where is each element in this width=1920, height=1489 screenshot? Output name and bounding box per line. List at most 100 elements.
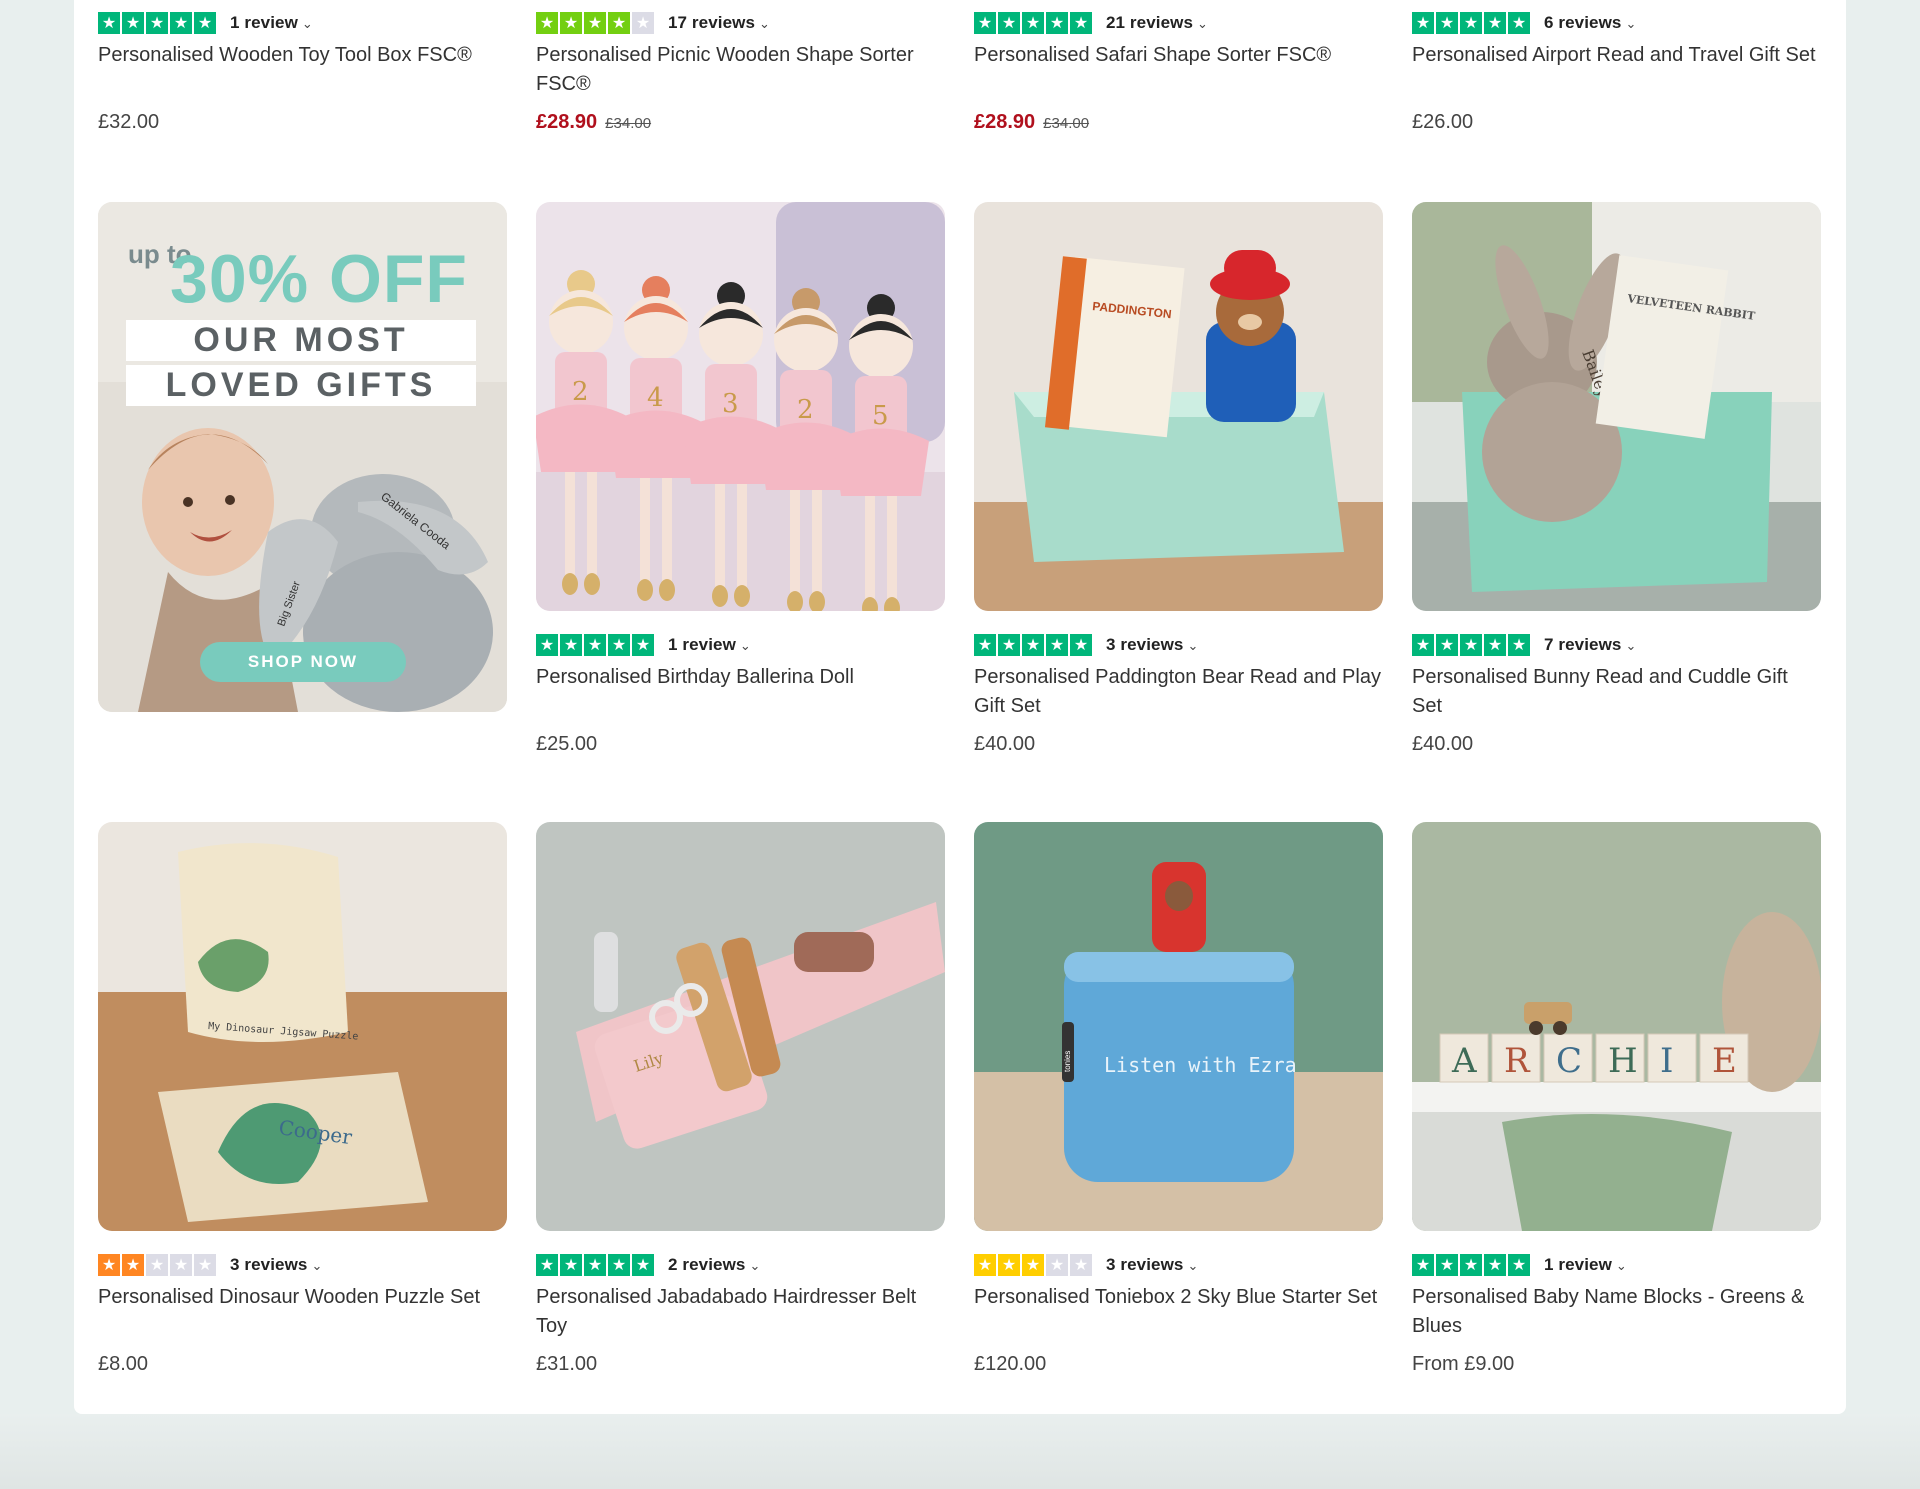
star-icon: ★	[1460, 12, 1482, 34]
bunny-photo: Bailey VELVETEEN RABBIT	[1412, 202, 1821, 611]
product-price: £40.00	[974, 733, 1036, 755]
toniebox-photo: tonies Listen with Ezra	[974, 822, 1383, 1231]
star-icon: ★	[1046, 634, 1068, 656]
rating[interactable]: ★ ★ ★ ★ ★ 3 reviews ⌄	[974, 1254, 1198, 1276]
product-name[interactable]: Personalised Paddington Bear Read and Pl…	[974, 663, 1383, 721]
reviews-link[interactable]: 7 reviews ⌄	[1544, 635, 1636, 655]
star-icon: ★	[170, 1254, 192, 1276]
star-icon: ★	[536, 634, 558, 656]
rating[interactable]: ★ ★ ★ ★ ★ 3 reviews ⌄	[98, 1254, 322, 1276]
doll-number: 4	[647, 383, 664, 413]
reviews-link[interactable]: 2 reviews ⌄	[668, 1255, 760, 1275]
star-icon: ★	[122, 1254, 144, 1276]
star-icon: ★	[1070, 634, 1092, 656]
product-name[interactable]: Personalised Dinosaur Wooden Puzzle Set	[98, 1283, 507, 1312]
star-icon: ★	[974, 1254, 996, 1276]
chevron-down-icon: ⌄	[311, 1259, 323, 1274]
rating[interactable]: ★ ★ ★ ★ ★ 1 review ⌄	[98, 12, 313, 34]
star-icon: ★	[1508, 1254, 1530, 1276]
product-image-toniebox[interactable]: tonies Listen with Ezra	[974, 822, 1383, 1231]
star-icon: ★	[1484, 12, 1506, 34]
block-letter: R	[1504, 1041, 1531, 1081]
chevron-down-icon: ⌄	[749, 1259, 761, 1274]
star-icon: ★	[1508, 634, 1530, 656]
product-image-dinosaur-puzzle[interactable]: My Dinosaur Jigsaw Puzzle Cooper	[98, 822, 507, 1231]
product-image-name-blocks[interactable]: ARCHIE	[1412, 822, 1821, 1231]
star-icon: ★	[560, 634, 582, 656]
product-name[interactable]: Personalised Wooden Toy Tool Box FSC®	[98, 41, 507, 70]
star-icon: ★	[1508, 12, 1530, 34]
reviews-link[interactable]: 3 reviews ⌄	[1106, 635, 1198, 655]
product-image-paddington[interactable]: PADDINGTON	[974, 202, 1383, 611]
reviews-link[interactable]: 17 reviews ⌄	[668, 13, 770, 33]
name-blocks-photo: ARCHIE	[1412, 822, 1821, 1231]
star-icon: ★	[974, 12, 996, 34]
block-letter: E	[1712, 1041, 1737, 1081]
doll-number: 2	[572, 377, 589, 407]
product-image-hairdresser-belt[interactable]: Lily	[536, 822, 945, 1231]
rating[interactable]: ★ ★ ★ ★ ★ 1 review ⌄	[1412, 1254, 1627, 1276]
star-icon: ★	[122, 12, 144, 34]
star-icon: ★	[1436, 1254, 1458, 1276]
product-price: £32.00	[98, 111, 160, 133]
product-price: £31.00	[536, 1353, 598, 1375]
rating[interactable]: ★ ★ ★ ★ ★ 7 reviews ⌄	[1412, 634, 1636, 656]
chevron-down-icon: ⌄	[1187, 1259, 1199, 1274]
product-image-ballerina[interactable]: 2 4 3 2 5	[536, 202, 945, 611]
star-icon: ★	[998, 634, 1020, 656]
star-icon: ★	[560, 1254, 582, 1276]
star-icon: ★	[974, 634, 996, 656]
rating[interactable]: ★ ★ ★ ★ ★ 2 reviews ⌄	[536, 1254, 760, 1276]
star-icon: ★	[1022, 12, 1044, 34]
product-image-bunny[interactable]: Bailey VELVETEEN RABBIT	[1412, 202, 1821, 611]
block-letter: C	[1556, 1041, 1582, 1081]
ballerina-photo: 2 4 3 2 5	[536, 202, 945, 611]
chevron-down-icon: ⌄	[1197, 17, 1209, 32]
star-icon: ★	[1484, 634, 1506, 656]
reviews-link[interactable]: 21 reviews ⌄	[1106, 13, 1208, 33]
rating[interactable]: ★ ★ ★ ★ ★ 17 reviews ⌄	[536, 12, 770, 34]
was-price: £34.00	[1043, 115, 1090, 132]
rating[interactable]: ★ ★ ★ ★ ★ 21 reviews ⌄	[974, 12, 1208, 34]
shop-now-button[interactable]: SHOP NOW	[200, 642, 406, 682]
star-icon: ★	[170, 12, 192, 34]
reviews-link[interactable]: 1 review ⌄	[230, 13, 313, 33]
reviews-link[interactable]: 6 reviews ⌄	[1544, 13, 1636, 33]
product-name[interactable]: Personalised Jabadabado Hairdresser Belt…	[536, 1283, 945, 1341]
product-name[interactable]: Personalised Toniebox 2 Sky Blue Starter…	[974, 1283, 1383, 1312]
star-icon: ★	[536, 1254, 558, 1276]
reviews-link[interactable]: 1 review ⌄	[1544, 1255, 1627, 1275]
reviews-link[interactable]: 3 reviews ⌄	[230, 1255, 322, 1275]
product-name[interactable]: Personalised Baby Name Blocks - Greens &…	[1412, 1283, 1821, 1341]
product-name[interactable]: Personalised Airport Read and Travel Gif…	[1412, 41, 1821, 70]
block-letter: H	[1608, 1041, 1638, 1081]
promo-line-1: OUR MOST	[126, 320, 476, 361]
star-icon: ★	[584, 12, 606, 34]
promo-banner[interactable]: Big Sister Gabriela Cooda up to 30% OFF …	[98, 202, 507, 712]
footer-strip	[0, 1414, 1920, 1489]
rating[interactable]: ★ ★ ★ ★ ★ 3 reviews ⌄	[974, 634, 1198, 656]
product-name[interactable]: Personalised Picnic Wooden Shape Sorter …	[536, 41, 945, 99]
reviews-link[interactable]: 3 reviews ⌄	[1106, 1255, 1198, 1275]
chevron-down-icon: ⌄	[1625, 17, 1637, 32]
product-price: £28.90 £34.00	[974, 111, 1089, 134]
reviews-link[interactable]: 1 review ⌄	[668, 635, 751, 655]
star-icon: ★	[1070, 12, 1092, 34]
was-price: £34.00	[605, 115, 652, 132]
rating[interactable]: ★ ★ ★ ★ ★ 6 reviews ⌄	[1412, 12, 1636, 34]
product-name[interactable]: Personalised Birthday Ballerina Doll	[536, 663, 945, 692]
promo-line-2: LOVED GIFTS	[126, 365, 476, 406]
block-letter: A	[1451, 1041, 1477, 1081]
chevron-down-icon: ⌄	[1625, 639, 1637, 654]
star-icon: ★	[536, 12, 558, 34]
star-icon: ★	[98, 12, 120, 34]
svg-text:Listen with Ezra: Listen with Ezra	[1104, 1053, 1297, 1077]
product-name[interactable]: Personalised Bunny Read and Cuddle Gift …	[1412, 663, 1821, 721]
svg-text:tonies: tonies	[1063, 1051, 1072, 1072]
promo-subhead: OUR MOST LOVED GIFTS	[126, 320, 476, 410]
product-name[interactable]: Personalised Safari Shape Sorter FSC®	[974, 41, 1383, 70]
star-icon: ★	[632, 634, 654, 656]
rating[interactable]: ★ ★ ★ ★ ★ 1 review ⌄	[536, 634, 751, 656]
sale-price: £28.90	[974, 111, 1036, 133]
star-icon: ★	[1436, 12, 1458, 34]
